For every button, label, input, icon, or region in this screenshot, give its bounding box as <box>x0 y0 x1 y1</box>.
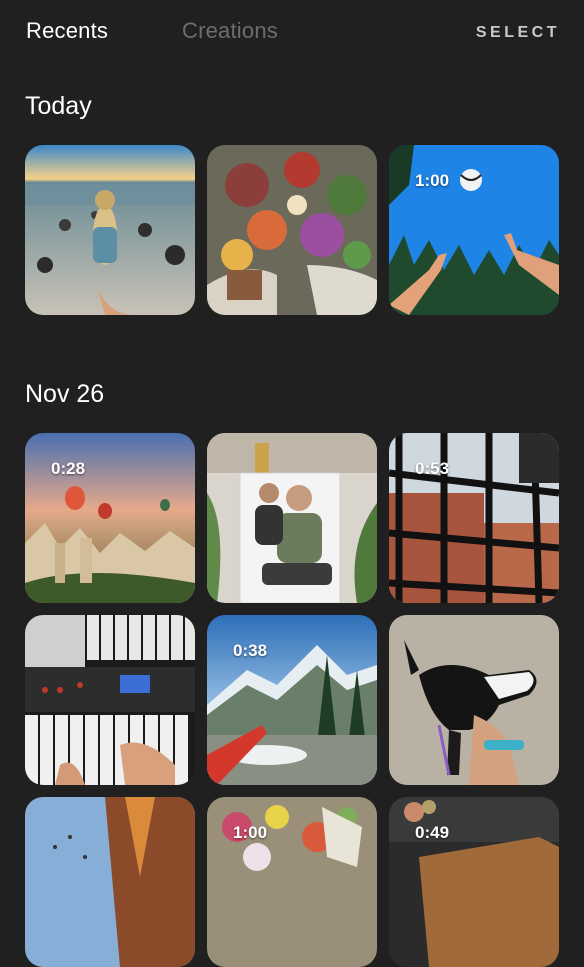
media-tile-beach[interactable] <box>25 145 195 315</box>
video-duration: 0:49 <box>415 823 450 842</box>
media-tile-windows[interactable]: 0:53 <box>389 433 559 603</box>
keyboard-photo-icon <box>25 615 195 785</box>
section-title-nov26: Nov 26 <box>25 380 105 408</box>
section-title-today: Today <box>25 92 92 120</box>
top-header: Recents Creations SELECT <box>0 0 584 64</box>
tab-recents[interactable]: Recents <box>26 18 108 44</box>
video-duration: 0:28 <box>51 459 86 478</box>
video-duration: 0:53 <box>415 459 450 478</box>
video-duration: 1:00 <box>415 171 450 190</box>
media-tile-table[interactable]: 0:49 <box>389 797 559 967</box>
media-tile-portrait[interactable] <box>207 433 377 603</box>
media-tile-volleyball[interactable]: 1:00 <box>389 145 559 315</box>
media-tile-keyboard[interactable] <box>25 615 195 785</box>
video-duration: 1:00 <box>233 823 268 842</box>
portrait-photo-icon <box>207 433 377 603</box>
sky-photo-icon <box>25 797 195 967</box>
tab-creations[interactable]: Creations <box>182 18 278 44</box>
media-tile-dog[interactable] <box>389 615 559 785</box>
media-tile-balloons[interactable]: 0:28 <box>25 433 195 603</box>
media-tile-flowers[interactable] <box>207 145 377 315</box>
video-duration: 0:38 <box>233 641 268 660</box>
select-button[interactable]: SELECT <box>476 24 560 42</box>
media-tile-sky[interactable] <box>25 797 195 967</box>
dog-photo-icon <box>389 615 559 785</box>
media-tile-flowers2[interactable]: 1:00 <box>207 797 377 967</box>
media-tile-mountains[interactable]: 0:38 <box>207 615 377 785</box>
beach-photo-icon <box>25 145 195 315</box>
flowers-photo-icon <box>207 145 377 315</box>
